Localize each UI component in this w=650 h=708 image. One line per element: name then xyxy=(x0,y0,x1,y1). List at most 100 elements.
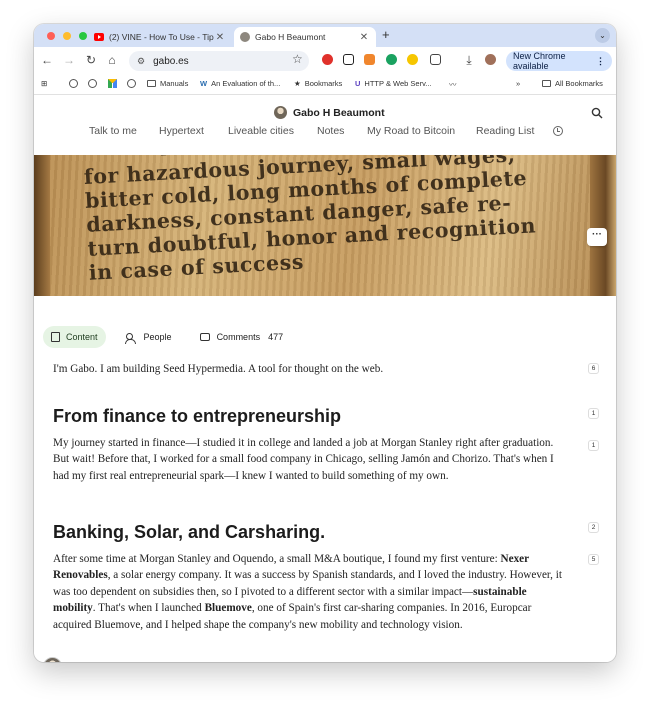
bookmark-manuals[interactable]: Manuals xyxy=(147,79,188,88)
grammarly-icon[interactable] xyxy=(386,54,397,65)
all-bookmarks-label: All Bookmarks xyxy=(555,79,603,88)
browser-toolbar: ← → ↻ ⌂ ⚙ gabo.es ☆ ⤓ New Chrome availab… xyxy=(34,47,616,74)
new-tab-button[interactable]: + xyxy=(382,27,390,42)
minimize-window-button[interactable] xyxy=(63,32,71,40)
tab-label: People xyxy=(143,332,172,342)
maximize-window-button[interactable] xyxy=(79,32,87,40)
download-icon[interactable]: ⤓ xyxy=(462,53,476,68)
nav-notes[interactable]: Notes xyxy=(317,125,344,137)
folder-icon xyxy=(147,80,156,87)
section-paragraph[interactable]: After some time at Morgan Stanley and Oq… xyxy=(53,551,565,633)
browser-window: (2) VINE - How To Use - Tips ✕ Gabo H Be… xyxy=(34,24,616,662)
citation-badge[interactable]: 2 xyxy=(588,522,599,533)
tab-label: Content xyxy=(66,332,98,342)
citation-badge[interactable]: 1 xyxy=(588,440,599,451)
tab-title: (2) VINE - How To Use - Tips xyxy=(109,32,214,42)
citation-badge[interactable]: 5 xyxy=(588,554,599,565)
section-heading[interactable]: Banking, Solar, and Carsharing. xyxy=(53,522,325,543)
tab-gabo[interactable]: Gabo H Beaumont ✕ xyxy=(234,27,376,47)
globe-icon xyxy=(127,79,136,88)
chrome-update-button[interactable]: New Chrome available ⋮ xyxy=(506,51,612,71)
window-controls xyxy=(47,32,87,40)
bookmark-icon: U xyxy=(355,79,361,88)
bookmark-bookmarks[interactable]: ★ Bookmarks xyxy=(294,79,342,88)
url-text: gabo.es xyxy=(153,55,189,67)
bold-text: Bluemove xyxy=(204,602,252,615)
avatar xyxy=(274,106,287,119)
reload-icon[interactable]: ↻ xyxy=(84,53,98,67)
close-window-button[interactable] xyxy=(47,32,55,40)
people-icon xyxy=(124,332,137,344)
history-icon[interactable] xyxy=(553,126,563,136)
nav-my-road-to-bitcoin[interactable]: My Road to Bitcoin xyxy=(367,125,455,137)
extensions-puzzle-icon[interactable] xyxy=(430,54,441,65)
tab-people[interactable]: People xyxy=(118,326,180,348)
paragraph-text: . That's when I launched xyxy=(92,602,205,615)
document-options-button[interactable]: ··· xyxy=(587,228,607,246)
document-tabs: Content People Comments 477 xyxy=(43,326,303,348)
site-brand[interactable]: Gabo H Beaumont xyxy=(274,106,385,119)
youtube-icon xyxy=(94,33,104,41)
tab-content[interactable]: Content xyxy=(43,326,106,348)
section-paragraph[interactable]: My journey started in finance—I studied … xyxy=(53,435,565,484)
bookmark-star-icon[interactable]: ☆ xyxy=(292,52,303,66)
bookmark-label: HTTP & Web Serv... xyxy=(364,79,432,88)
back-icon[interactable]: ← xyxy=(40,53,54,67)
nav-talk-to-me[interactable]: Talk to me xyxy=(89,125,137,137)
section-heading[interactable]: From finance to entrepreneurship xyxy=(53,406,341,427)
all-bookmarks[interactable]: All Bookmarks xyxy=(542,79,603,88)
more-menu-icon[interactable]: ⋮ xyxy=(596,56,605,67)
address-bar[interactable]: ⚙ gabo.es xyxy=(129,51,309,71)
nav-reading-list[interactable]: Reading List xyxy=(476,125,534,137)
globe-icon xyxy=(69,79,78,88)
bookmark-label: Bookmarks xyxy=(304,79,343,88)
apps-grid-icon[interactable]: ⊞ xyxy=(41,79,47,88)
update-label: New Chrome available xyxy=(513,51,566,71)
avatar[interactable] xyxy=(43,657,62,662)
home-icon[interactable]: ⌂ xyxy=(105,53,119,67)
search-icon[interactable] xyxy=(591,107,603,119)
extension-red-icon[interactable] xyxy=(322,54,333,65)
rss-icon[interactable]: 〰 xyxy=(449,79,457,90)
site-header: Gabo H Beaumont Talk to me Hypertext Liv… xyxy=(34,95,616,155)
web-page: Gabo H Beaumont Talk to me Hypertext Liv… xyxy=(34,95,616,662)
citation-badge[interactable]: 6 xyxy=(588,363,599,374)
site-info-icon[interactable]: ⚙ xyxy=(137,56,145,67)
bookmark-globe-1[interactable] xyxy=(69,79,82,88)
bookmark-globe-3[interactable] xyxy=(127,79,140,88)
tab-strip: (2) VINE - How To Use - Tips ✕ Gabo H Be… xyxy=(34,24,616,47)
tab-comments[interactable]: Comments 477 xyxy=(192,326,292,348)
site-nav: Talk to me Hypertext Liveable cities Not… xyxy=(34,125,616,145)
tab-vine[interactable]: (2) VINE - How To Use - Tips ✕ xyxy=(94,27,232,47)
notion-icon[interactable] xyxy=(343,54,354,65)
document-icon xyxy=(51,332,60,342)
star-icon: ★ xyxy=(294,79,301,88)
paragraph-text: After some time at Morgan Stanley and Oq… xyxy=(53,553,501,565)
bookmark-label: Manuals xyxy=(160,79,189,88)
globe-icon xyxy=(88,79,97,88)
profile-avatar[interactable] xyxy=(485,54,496,65)
tab-title: Gabo H Beaumont xyxy=(255,32,326,42)
close-icon[interactable]: ✕ xyxy=(358,32,370,43)
bookmark-drive[interactable] xyxy=(108,79,121,88)
citation-badge[interactable]: 1 xyxy=(588,408,599,419)
extension-yellow-icon[interactable] xyxy=(407,54,418,65)
metamask-icon[interactable] xyxy=(364,54,375,65)
avatar-icon xyxy=(240,32,250,42)
nav-liveable-cities[interactable]: Liveable cities xyxy=(228,125,294,137)
bookmark-http[interactable]: U HTTP & Web Serv... xyxy=(355,79,432,88)
drive-icon xyxy=(108,79,117,88)
forward-icon[interactable]: → xyxy=(62,53,76,67)
comments-count: 477 xyxy=(268,332,284,342)
bookmark-icon: W xyxy=(200,79,208,88)
bookmark-globe-2[interactable] xyxy=(88,79,101,88)
bookmark-evaluation[interactable]: W An Evaluation of th... xyxy=(200,79,280,88)
intro-paragraph[interactable]: I'm Gabo. I am building Seed Hypermedia.… xyxy=(53,361,565,377)
site-title: Gabo H Beaumont xyxy=(293,106,385,119)
close-icon[interactable]: ✕ xyxy=(214,32,226,43)
cover-image-edge xyxy=(590,155,616,296)
bookmarks-overflow[interactable]: » xyxy=(516,79,520,88)
comment-icon xyxy=(199,333,210,341)
nav-hypertext[interactable]: Hypertext xyxy=(159,125,204,137)
tab-search-button[interactable]: ⌄ xyxy=(595,28,610,43)
